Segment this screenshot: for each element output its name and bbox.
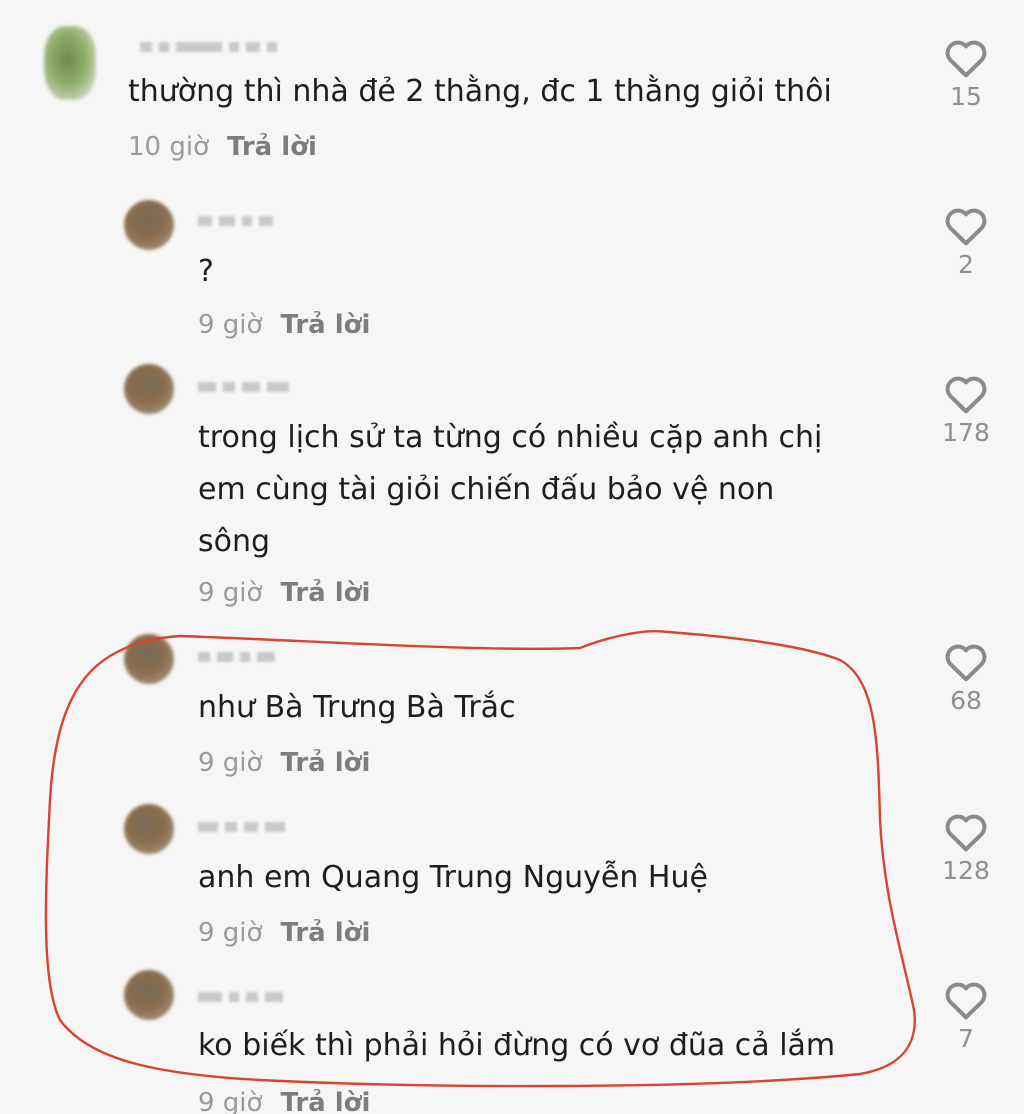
reply-button[interactable]: Trả lời — [280, 578, 370, 608]
comment-meta: 9 giờ Trả lời — [198, 748, 370, 778]
username-blurred[interactable] — [198, 380, 289, 394]
reply-button[interactable]: Trả lời — [280, 748, 370, 778]
comment-time: 9 giờ — [198, 578, 263, 608]
heart-outline-icon — [945, 40, 987, 78]
like-count: 128 — [942, 856, 990, 885]
comment-time: 9 giờ — [198, 1088, 263, 1114]
avatar[interactable] — [124, 200, 174, 250]
like-count: 178 — [942, 418, 990, 447]
like-count: 7 — [958, 1024, 974, 1053]
username-blurred[interactable] — [198, 650, 275, 664]
comment-text: thường thì nhà đẻ 2 thằng, đc 1 thằng gi… — [128, 74, 832, 109]
username-blurred[interactable] — [140, 40, 277, 54]
comment-meta: 9 giờ Trả lời — [198, 918, 370, 948]
like-button[interactable]: 128 — [936, 812, 996, 885]
comment-text-line: em cùng tài giỏi chiến đấu bảo vệ non — [198, 472, 775, 507]
comment-text-line: sông — [198, 524, 271, 559]
comment-time: 9 giờ — [198, 748, 263, 778]
like-button[interactable]: 178 — [936, 374, 996, 447]
reply-button[interactable]: Trả lời — [227, 132, 317, 162]
comment-text-line: trong lịch sử ta từng có nhiều cặp anh c… — [198, 420, 823, 455]
reply-button[interactable]: Trả lời — [280, 918, 370, 948]
comment-meta: 10 giờ Trả lời — [128, 132, 317, 162]
avatar[interactable] — [44, 26, 96, 100]
heart-outline-icon — [945, 814, 987, 852]
like-button[interactable]: 2 — [936, 206, 996, 279]
avatar[interactable] — [124, 634, 174, 684]
heart-outline-icon — [945, 208, 987, 246]
comment-meta: 9 giờ Trả lời — [198, 578, 370, 608]
like-button[interactable]: 68 — [936, 642, 996, 715]
comment-time: 9 giờ — [198, 918, 263, 948]
comment-time: 10 giờ — [128, 132, 209, 162]
username-blurred[interactable] — [198, 214, 273, 228]
like-count: 68 — [950, 686, 982, 715]
heart-outline-icon — [945, 376, 987, 414]
red-highlight-loop — [44, 630, 916, 1088]
avatar[interactable] — [124, 970, 174, 1020]
username-blurred[interactable] — [198, 820, 285, 834]
like-button[interactable]: 7 — [936, 980, 996, 1053]
comment-meta: 9 giờ Trả lời — [198, 1088, 370, 1114]
comment-text: anh em Quang Trung Nguyễn Huệ — [198, 860, 708, 895]
comment-text: ? — [198, 254, 214, 289]
comment-text: ko biếk thì phải hỏi đừng có vơ đũa cả l… — [198, 1028, 836, 1063]
username-blurred[interactable] — [198, 990, 283, 1004]
comment-thread: thường thì nhà đẻ 2 thằng, đc 1 thằng gi… — [0, 0, 1024, 1114]
heart-outline-icon — [945, 982, 987, 1020]
comment-time: 9 giờ — [198, 310, 263, 340]
reply-button[interactable]: Trả lời — [280, 310, 370, 340]
reply-button[interactable]: Trả lời — [280, 1088, 370, 1114]
like-count: 2 — [958, 250, 974, 279]
like-button[interactable]: 15 — [936, 38, 996, 111]
avatar[interactable] — [124, 804, 174, 854]
heart-outline-icon — [945, 644, 987, 682]
comment-meta: 9 giờ Trả lời — [198, 310, 370, 340]
comment-text: như Bà Trưng Bà Trắc — [198, 690, 516, 725]
avatar[interactable] — [124, 364, 174, 414]
like-count: 15 — [950, 82, 982, 111]
